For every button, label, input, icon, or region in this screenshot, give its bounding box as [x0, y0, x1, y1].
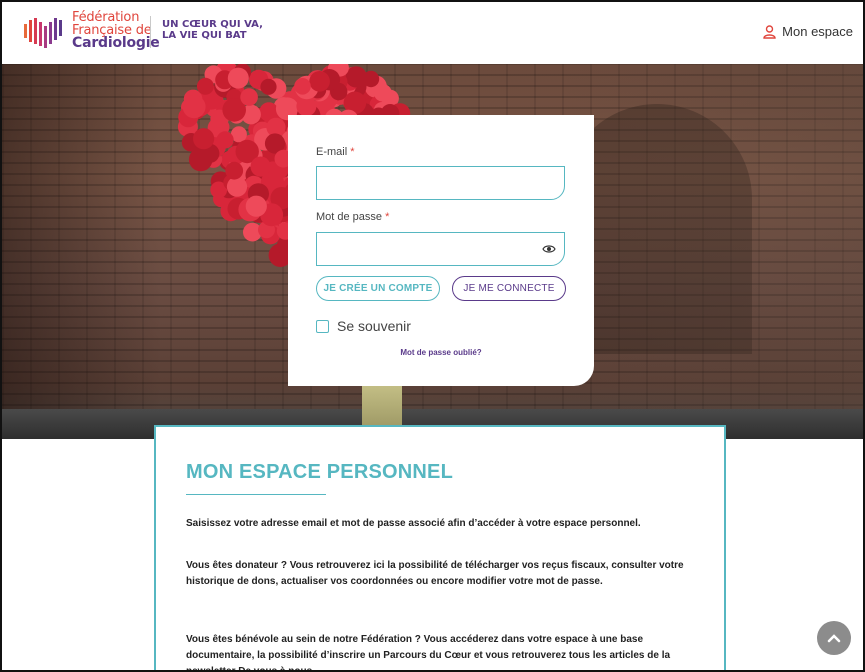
email-label: E-mail * [316, 146, 355, 158]
chevron-up-icon [827, 634, 841, 643]
personal-space-card: MON ESPACE PERSONNEL Saisissez votre adr… [154, 425, 726, 672]
remember-me-checkbox[interactable]: Se souvenir [316, 318, 411, 334]
balloon [245, 195, 267, 217]
balloon [225, 161, 244, 180]
title-underline [186, 494, 326, 495]
balloon [182, 95, 206, 119]
create-account-button[interactable]: JE CRÉE UN COMPTE [316, 276, 440, 301]
logo-divider [150, 16, 151, 48]
user-icon [763, 24, 776, 39]
email-required-mark: * [350, 146, 355, 158]
connect-button[interactable]: JE ME CONNECTE [452, 276, 566, 301]
balloon [373, 83, 392, 102]
balloon [216, 131, 234, 149]
password-label-text: Mot de passe [316, 211, 383, 223]
eye-icon[interactable] [542, 243, 556, 255]
tagline-line-1: UN CŒUR QUI VA, [162, 19, 263, 30]
login-card: E-mail * Mot de passe * JE CRÉE UN COMPT… [288, 115, 594, 386]
tagline: UN CŒUR QUI VA, LA VIE QUI BAT [162, 19, 263, 41]
page-frame: Fédération Française de Cardiologie UN C… [0, 0, 865, 672]
site-header: Fédération Française de Cardiologie UN C… [2, 2, 863, 64]
balloon [226, 176, 248, 197]
balloon [193, 128, 215, 150]
email-label-text: E-mail [316, 146, 348, 158]
balloon [309, 71, 330, 92]
balloon [240, 88, 258, 106]
logo-text[interactable]: Fédération Française de Cardiologie [72, 11, 160, 50]
password-required-mark: * [385, 211, 390, 223]
balloon [196, 77, 214, 95]
logo-line-3: Cardiologie [72, 35, 160, 51]
heart-bars-logo-icon[interactable] [24, 16, 66, 48]
volunteer-paragraph: Vous êtes bénévole au sein de notre Fédé… [186, 634, 671, 672]
forgot-password-link[interactable]: Mot de passe oublié? [288, 348, 594, 357]
email-input[interactable] [316, 166, 565, 200]
mon-espace-link[interactable]: Mon espace [763, 24, 853, 39]
remember-label: Se souvenir [337, 318, 411, 334]
password-label: Mot de passe * [316, 211, 389, 223]
remember-checkbox-box[interactable] [316, 319, 329, 333]
scroll-to-top-button[interactable] [817, 621, 851, 655]
intro-paragraph: Saisissez votre adresse email et mot de … [186, 518, 641, 529]
balloon [260, 78, 277, 95]
balloon [296, 96, 317, 117]
balloon [250, 156, 271, 177]
balloon [188, 147, 213, 172]
donor-paragraph: Vous êtes donateur ? Vous retrouverez ic… [186, 560, 684, 587]
balloon [294, 78, 311, 95]
tagline-line-2: LA VIE QUI BAT [162, 30, 247, 41]
balloon [227, 67, 249, 89]
personal-space-title: MON ESPACE PERSONNEL [186, 461, 453, 483]
mon-espace-label: Mon espace [782, 24, 853, 39]
password-field[interactable] [316, 232, 565, 266]
